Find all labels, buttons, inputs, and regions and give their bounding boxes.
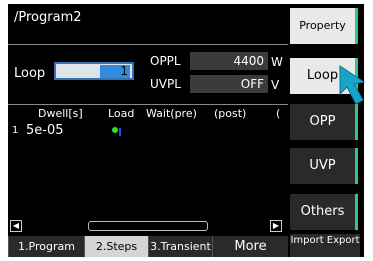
others-button[interactable]: Others xyxy=(290,194,358,230)
horizontal-scrollbar[interactable]: ◀ ▶ xyxy=(8,220,288,234)
scrollbar-thumb[interactable] xyxy=(88,221,208,231)
oppl-unit: W xyxy=(271,55,283,69)
opp-button[interactable]: OPP xyxy=(290,104,358,140)
table-row[interactable]: 1 5e-05 xyxy=(8,122,288,140)
column-header-truncated: ( xyxy=(276,107,281,120)
tab-steps[interactable]: 2.Steps xyxy=(84,236,148,257)
softkey-panel: Property Loop OPP UVP Others Import Expo… xyxy=(288,4,364,257)
instrument-screen: /Program2 Loop 1 OPPL 4400 W UVPL OFF V … xyxy=(8,4,364,257)
uvpl-unit: V xyxy=(271,78,280,92)
scroll-left-icon[interactable]: ◀ xyxy=(10,220,22,232)
tab-program[interactable]: 1.Program xyxy=(8,236,84,257)
tab-transient[interactable]: 3.Transient xyxy=(148,236,212,257)
uvpl-label: UVPL xyxy=(150,77,181,91)
column-header-wait-pre: Wait(pre) xyxy=(146,107,197,120)
row-dwell-value[interactable]: 5e-05 xyxy=(26,123,64,138)
oppl-field[interactable]: 4400 xyxy=(190,52,268,70)
oppl-label: OPPL xyxy=(150,54,181,68)
loop-count-value: 1 xyxy=(120,64,128,78)
load-on-dot-icon xyxy=(112,127,118,133)
load-indicator-icon[interactable] xyxy=(112,126,124,136)
uvp-button[interactable]: UVP xyxy=(290,148,358,184)
tab-more[interactable]: More xyxy=(212,236,288,257)
uvpl-field[interactable]: OFF xyxy=(190,75,268,93)
column-header-dwell: Dwell[s] xyxy=(38,107,83,120)
scroll-right-icon[interactable]: ▶ xyxy=(270,220,282,232)
loop-label: Loop xyxy=(14,66,46,81)
program-title: /Program2 xyxy=(14,10,82,25)
bottom-tab-bar: 1.Program 2.Steps 3.Transient More xyxy=(8,236,288,257)
header-divider xyxy=(8,44,288,45)
column-header-load: Load xyxy=(108,107,135,120)
pointer-arrow-icon xyxy=(339,65,366,105)
loop-count-input[interactable]: 1 xyxy=(54,62,134,80)
property-button[interactable]: Property xyxy=(290,8,358,44)
column-header-post: (post) xyxy=(214,107,247,120)
row-index: 1 xyxy=(12,125,19,136)
import-export-button[interactable]: Import Export xyxy=(290,234,360,257)
load-marker-icon xyxy=(119,128,121,136)
steps-table-header: Dwell[s] Load Wait(pre) (post) ( xyxy=(8,104,288,121)
